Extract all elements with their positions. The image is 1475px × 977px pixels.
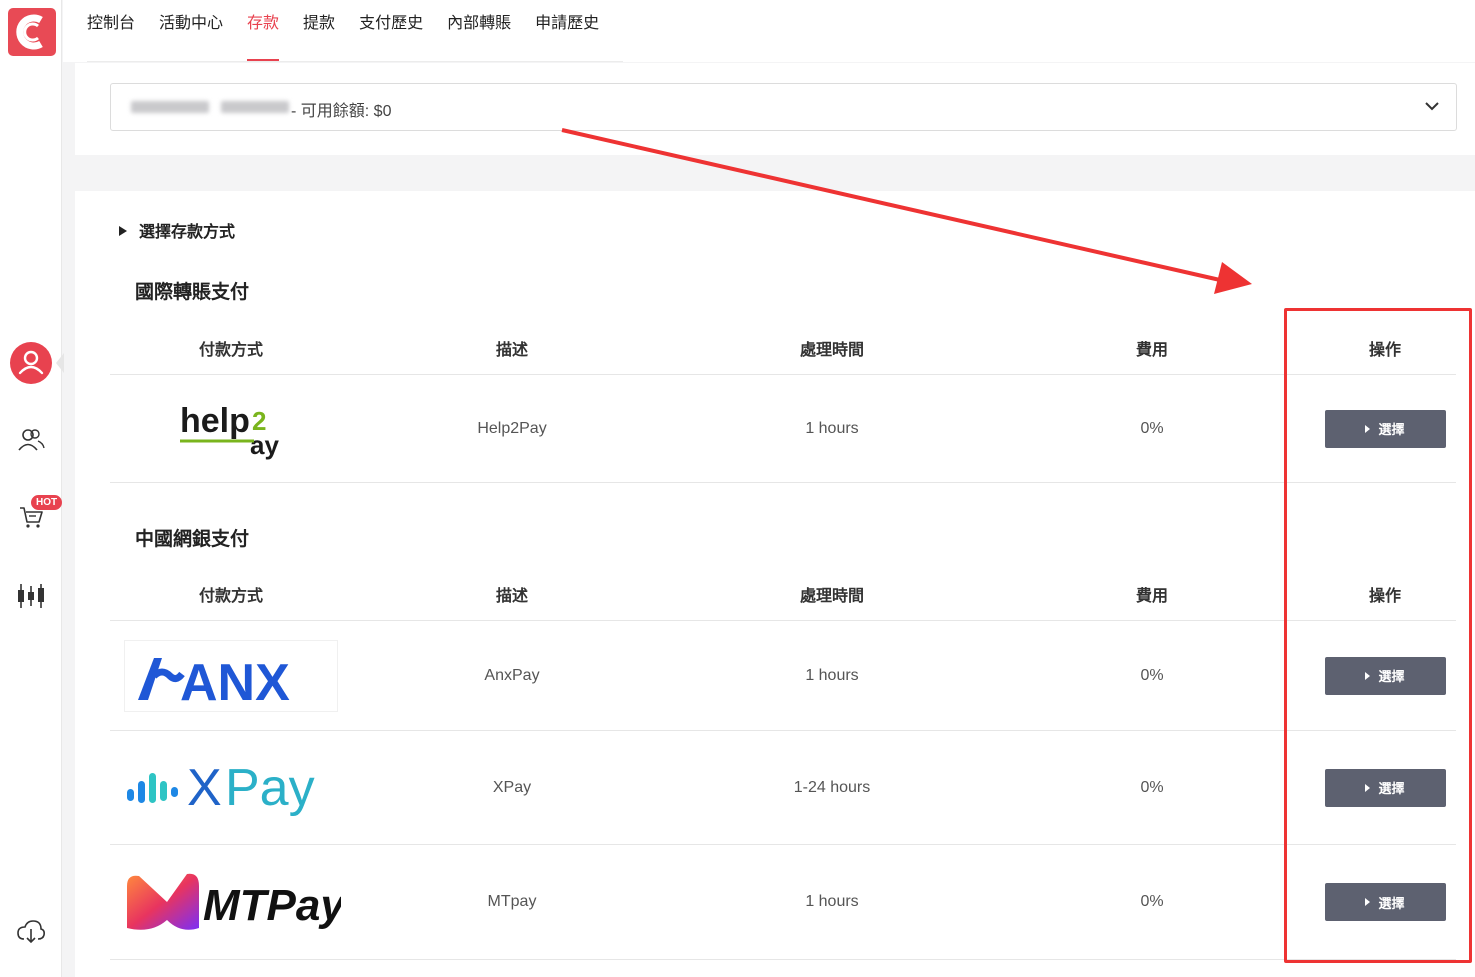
select-button-label: 選擇	[1378, 422, 1405, 437]
group-title-international: 國際轉賬支付	[135, 282, 250, 303]
chevron-down-icon[interactable]	[1424, 98, 1440, 119]
col-processing-time: 處理時間	[799, 587, 864, 605]
col-description: 描述	[495, 341, 528, 359]
active-indicator	[56, 353, 64, 373]
caret-right-icon	[1365, 424, 1371, 433]
select-button-label: 選擇	[1378, 895, 1405, 911]
help2pay-logo: help 2 ay	[110, 375, 352, 482]
col-fee: 費用	[1135, 587, 1168, 605]
col-fee: 費用	[1135, 341, 1168, 359]
method-time: 1-24 hours	[793, 778, 871, 796]
tab-dashboard[interactable]: 控制台	[87, 0, 135, 61]
select-button-label: 選擇	[1378, 669, 1405, 684]
table-header: 付款方式 描述 處理時間 費用 操作	[110, 321, 1456, 375]
select-button-anxpay[interactable]: 選擇	[1324, 656, 1446, 695]
section-title[interactable]: 選擇存款方式	[119, 218, 235, 242]
sidebar: HOT	[0, 0, 64, 977]
logo-text-ay: ay	[250, 430, 279, 460]
table-row: ANX AnxPay 1 hours 0% 選擇	[110, 621, 1456, 731]
logo-text-mtpay: MTPay	[203, 881, 341, 930]
account-select[interactable]: - 可用餘額: $0	[110, 83, 1457, 131]
tab-activity-center[interactable]: 活動中心	[159, 0, 223, 61]
method-description: Help2Pay	[477, 419, 547, 437]
candlestick-chart-icon[interactable]	[0, 582, 62, 610]
table-header: 付款方式 描述 處理時間 費用 操作	[110, 567, 1456, 621]
method-description: AnxPay	[484, 666, 540, 684]
col-action: 操作	[1368, 341, 1401, 359]
select-button-label: 選擇	[1378, 781, 1405, 796]
caret-right-icon	[119, 226, 127, 236]
account-card: - 可用餘額: $0	[75, 63, 1475, 155]
col-processing-time: 處理時間	[799, 341, 864, 359]
account-balance-text: - 可用餘額: $0	[291, 103, 392, 120]
method-time: 1 hours	[805, 419, 859, 437]
nav-tabs: 控制台 活動中心 存款 提款 支付歷史 內部轉賬 申請歷史	[87, 0, 624, 62]
group-title-china-netbank: 中國網銀支付	[135, 529, 250, 550]
method-fee: 0%	[1140, 666, 1164, 684]
user-profile-icon[interactable]	[10, 342, 52, 384]
table-row: X Pay XPay 1-24 hours 0% 選擇	[110, 731, 1456, 845]
select-button-help2pay[interactable]: 選擇	[1324, 409, 1446, 448]
logo-text-help: help	[180, 402, 250, 440]
tab-application-history[interactable]: 申請歷史	[535, 0, 599, 61]
method-time: 1 hours	[805, 666, 859, 684]
tab-deposit[interactable]: 存款	[247, 0, 280, 61]
section-title-label: 選擇存款方式	[139, 224, 236, 241]
redacted-account-name	[221, 101, 289, 113]
method-time: 1 hours	[805, 893, 859, 910]
col-action: 操作	[1368, 587, 1401, 605]
select-button-mtpay[interactable]: 選擇	[1324, 883, 1446, 921]
users-icon[interactable]	[0, 427, 62, 453]
caret-right-icon	[1365, 898, 1371, 906]
table-row: help 2 ay Help2Pay 1 hours 0% 選擇	[110, 375, 1456, 483]
method-fee: 0%	[1140, 778, 1164, 796]
anx-logo: ANX	[110, 621, 352, 730]
col-payment-method: 付款方式	[198, 341, 263, 359]
caret-right-icon	[1365, 783, 1371, 792]
tab-payment-history[interactable]: 支付歷史	[359, 0, 423, 61]
tab-withdraw[interactable]: 提款	[303, 0, 335, 61]
logo-text-pay: Pay	[225, 759, 315, 817]
col-description: 描述	[495, 587, 528, 605]
hot-badge: HOT	[31, 495, 63, 510]
tab-internal-transfer[interactable]: 內部轉賬	[447, 0, 511, 61]
xpay-logo: X Pay	[110, 731, 352, 844]
method-fee: 0%	[1140, 419, 1164, 437]
logo-text-x: X	[187, 759, 222, 817]
select-button-xpay[interactable]: 選擇	[1324, 768, 1446, 807]
method-fee: 0%	[1140, 893, 1164, 910]
method-description: MTpay	[487, 893, 537, 910]
cloud-download-icon[interactable]	[0, 919, 62, 945]
deposit-methods-card: 選擇存款方式 國際轉賬支付 付款方式 描述 處理時間 費用 操作 help 2 …	[75, 191, 1475, 977]
top-nav: 控制台 活動中心 存款 提款 支付歷史 內部轉賬 申請歷史	[63, 0, 1475, 62]
mtpay-logo: MTPay	[110, 845, 352, 959]
table-row: MTPay MTpay 1 hours 0% 選擇	[110, 845, 1456, 960]
brand-logo[interactable]	[8, 8, 56, 56]
col-payment-method: 付款方式	[198, 587, 263, 605]
caret-right-icon	[1365, 671, 1371, 680]
redacted-account-number	[131, 101, 209, 113]
logo-text-anx: ANX	[180, 654, 290, 712]
method-description: XPay	[492, 778, 532, 796]
